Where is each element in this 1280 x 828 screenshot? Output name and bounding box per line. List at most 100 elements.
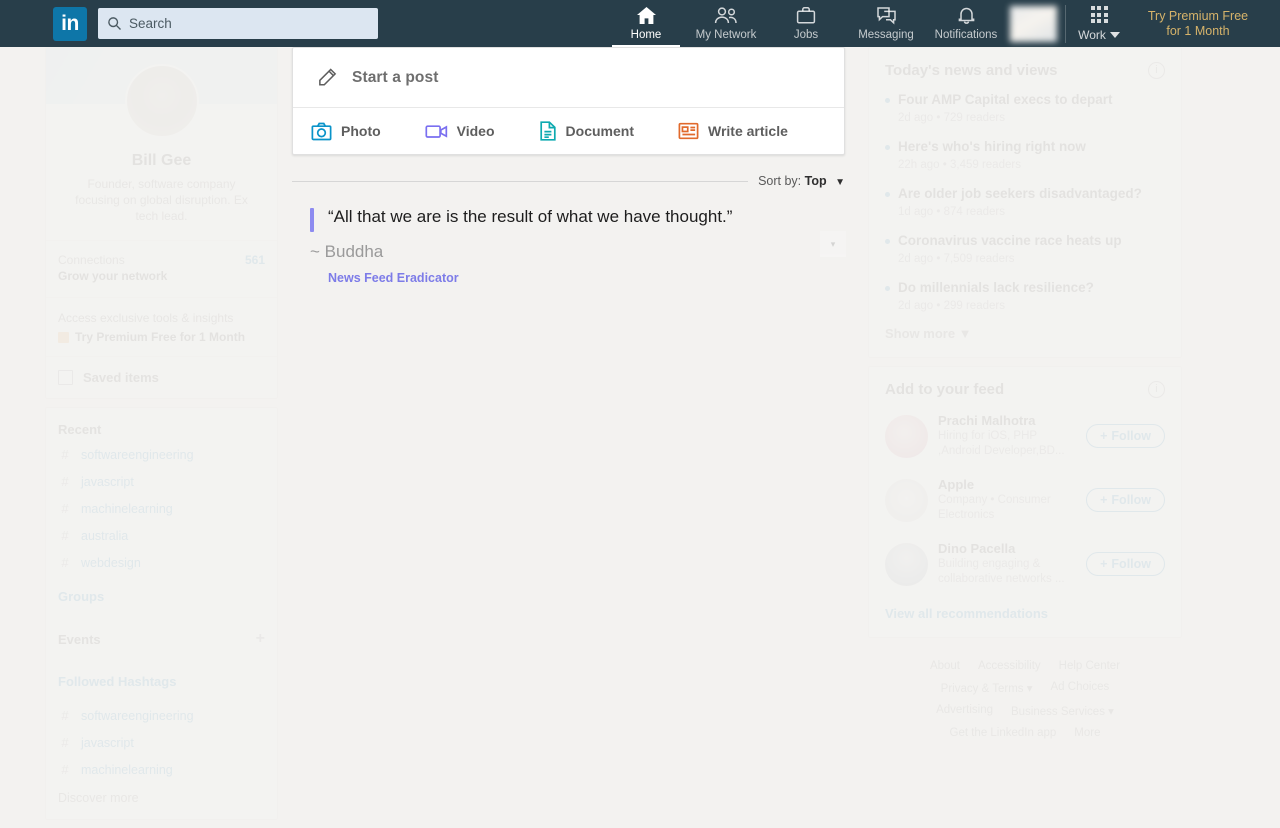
right-sidebar: Today's news and views i Four AMP Capita…	[868, 47, 1182, 758]
profile-photo[interactable]	[124, 64, 199, 138]
add-to-feed-header: Add to your feed i	[869, 367, 1181, 404]
edit-pencil-icon	[319, 68, 337, 86]
start-post-button[interactable]: Start a post	[293, 48, 844, 107]
bell-icon	[957, 4, 976, 26]
connections-row[interactable]: Connections 561	[46, 241, 277, 267]
premium-line-1: Try Premium Free	[1147, 8, 1249, 23]
profile-avatar-nav[interactable]	[1010, 5, 1057, 42]
feed-suggestion-item: Dino Pacella Building engaging & collabo…	[869, 532, 1181, 596]
post-action-photo[interactable]: Photo	[311, 122, 381, 141]
avatar[interactable]	[885, 478, 928, 522]
footer-link-more[interactable]: More	[1074, 727, 1100, 739]
profile-card[interactable]: Bill Gee Founder, software company focus…	[45, 47, 278, 399]
document-icon	[539, 121, 556, 141]
nav-label-jobs: Jobs	[793, 29, 819, 41]
nav-label-my-network: My Network	[695, 29, 757, 41]
hashtag-icon: #	[61, 555, 69, 570]
events-row[interactable]: Events +	[46, 617, 277, 661]
post-action-photo-label: Photo	[341, 123, 381, 139]
news-item[interactable]: Coronavirus vaccine race heats up 2d ago…	[869, 226, 1181, 273]
nav-item-jobs[interactable]: Jobs	[766, 0, 846, 47]
news-item[interactable]: Do millennials lack resilience? 2d ago •…	[869, 273, 1181, 320]
recent-tag-label: softwareengineering	[81, 447, 194, 462]
saved-items-label: Saved items	[83, 370, 159, 385]
plus-icon: +	[1100, 429, 1108, 443]
sort-by-control[interactable]: Sort by: Top ▼	[758, 174, 845, 188]
search-input[interactable]: Search	[98, 8, 378, 39]
footer-link-help-center[interactable]: Help Center	[1059, 660, 1120, 672]
post-action-document-label: Document	[565, 123, 634, 139]
bullet-icon	[885, 239, 890, 244]
footer-link-get-app[interactable]: Get the LinkedIn app	[950, 727, 1057, 739]
followed-tag-item[interactable]: # javascript	[46, 729, 277, 756]
nav-items: Home My Network Jobs Messaging Notificat…	[606, 0, 1006, 47]
groups-link[interactable]: Groups	[46, 576, 277, 617]
start-post-card: Start a post Photo Video Document Write …	[292, 47, 845, 155]
footer-link-about[interactable]: About	[930, 660, 960, 672]
news-feed-eradicator-label[interactable]: News Feed Eradicator	[310, 271, 845, 285]
followed-tag-item[interactable]: # machinelearning	[46, 756, 277, 783]
footer-link-business-services[interactable]: Business Services ▾	[1011, 704, 1114, 718]
linkedin-logo[interactable]: in	[53, 6, 87, 41]
follow-button[interactable]: + Follow	[1086, 424, 1165, 448]
avatar[interactable]	[885, 414, 928, 458]
info-icon[interactable]: i	[1148, 381, 1165, 398]
recent-tag-item[interactable]: # softwareengineering	[46, 441, 277, 468]
recent-title: Recent	[58, 422, 102, 437]
news-item[interactable]: Here's who's hiring right now 22h ago • …	[869, 132, 1181, 179]
saved-items-link[interactable]: Saved items	[46, 357, 277, 398]
grid-icon	[1090, 6, 1108, 23]
try-premium-link[interactable]: Try Premium Free for 1 Month	[1130, 9, 1266, 39]
recent-tag-item[interactable]: # australia	[46, 522, 277, 549]
footer-link-advertising[interactable]: Advertising	[936, 704, 993, 718]
premium-promo[interactable]: Access exclusive tools & insights Try Pr…	[46, 298, 277, 356]
footer-row: Advertising Business Services ▾	[878, 704, 1172, 718]
footer-row: Privacy & Terms ▾ Ad Choices	[878, 681, 1172, 695]
footer-link-ad-choices[interactable]: Ad Choices	[1051, 681, 1110, 695]
news-item[interactable]: Four AMP Capital execs to depart 2d ago …	[869, 85, 1181, 132]
recent-tag-item[interactable]: # machinelearning	[46, 495, 277, 522]
bullet-icon	[885, 98, 890, 103]
news-feed-eradicator-quote: “All that we are is the result of what w…	[292, 205, 846, 285]
follow-label: Follow	[1111, 557, 1151, 571]
suggestion-name[interactable]: Apple	[938, 477, 1076, 492]
add-to-feed-card: Add to your feed i Prachi Malhotra Hirin…	[868, 366, 1182, 638]
search-icon	[108, 17, 121, 30]
hashtag-icon: #	[61, 501, 69, 516]
avatar[interactable]	[885, 542, 928, 586]
post-action-video[interactable]: Video	[425, 123, 495, 140]
work-menu-button[interactable]: Work	[1068, 0, 1130, 47]
news-show-more-button[interactable]: Show more ▼	[869, 320, 1181, 357]
recent-card: Recent # softwareengineering # javascrip…	[45, 407, 278, 820]
followed-tag-item[interactable]: # softwareengineering	[46, 702, 277, 729]
recent-tag-item[interactable]: # javascript	[46, 468, 277, 495]
news-meta: 2d ago • 729 readers	[898, 112, 1005, 124]
nav-item-messaging[interactable]: Messaging	[846, 0, 926, 47]
post-action-write-article[interactable]: Write article	[678, 122, 788, 140]
post-action-document[interactable]: Document	[539, 121, 634, 141]
nav-item-notifications[interactable]: Notifications	[926, 0, 1006, 47]
nav-item-home[interactable]: Home	[606, 0, 686, 47]
grow-network-link[interactable]: Grow your network	[46, 267, 277, 297]
footer-link-accessibility[interactable]: Accessibility	[978, 660, 1041, 672]
discover-more-link[interactable]: Discover more	[46, 783, 277, 819]
footer-link-privacy-terms[interactable]: Privacy & Terms ▾	[941, 681, 1033, 695]
followed-hashtags-link[interactable]: Followed Hashtags	[46, 661, 277, 702]
nav-item-my-network[interactable]: My Network	[686, 0, 766, 47]
view-all-recommendations-link[interactable]: View all recommendations	[869, 596, 1181, 637]
info-icon[interactable]: i	[1148, 62, 1165, 79]
suggestion-name[interactable]: Dino Pacella	[938, 541, 1076, 556]
briefcase-icon	[796, 4, 816, 26]
bookmark-icon	[58, 370, 73, 385]
news-item[interactable]: Are older job seekers disadvantaged? 1d …	[869, 179, 1181, 226]
plus-icon[interactable]: +	[256, 630, 265, 648]
recent-tag-item[interactable]: # webdesign	[46, 549, 277, 576]
follow-button[interactable]: + Follow	[1086, 552, 1165, 576]
suggestion-name[interactable]: Prachi Malhotra	[938, 413, 1076, 428]
sort-by-prefix: Sort by:	[758, 174, 802, 188]
follow-button[interactable]: + Follow	[1086, 488, 1165, 512]
premium-promo-cta[interactable]: Try Premium Free for 1 Month	[58, 330, 265, 344]
hashtag-icon: #	[61, 528, 69, 543]
nav-label-notifications: Notifications	[934, 29, 998, 41]
add-to-feed-title: Add to your feed	[885, 381, 1005, 398]
